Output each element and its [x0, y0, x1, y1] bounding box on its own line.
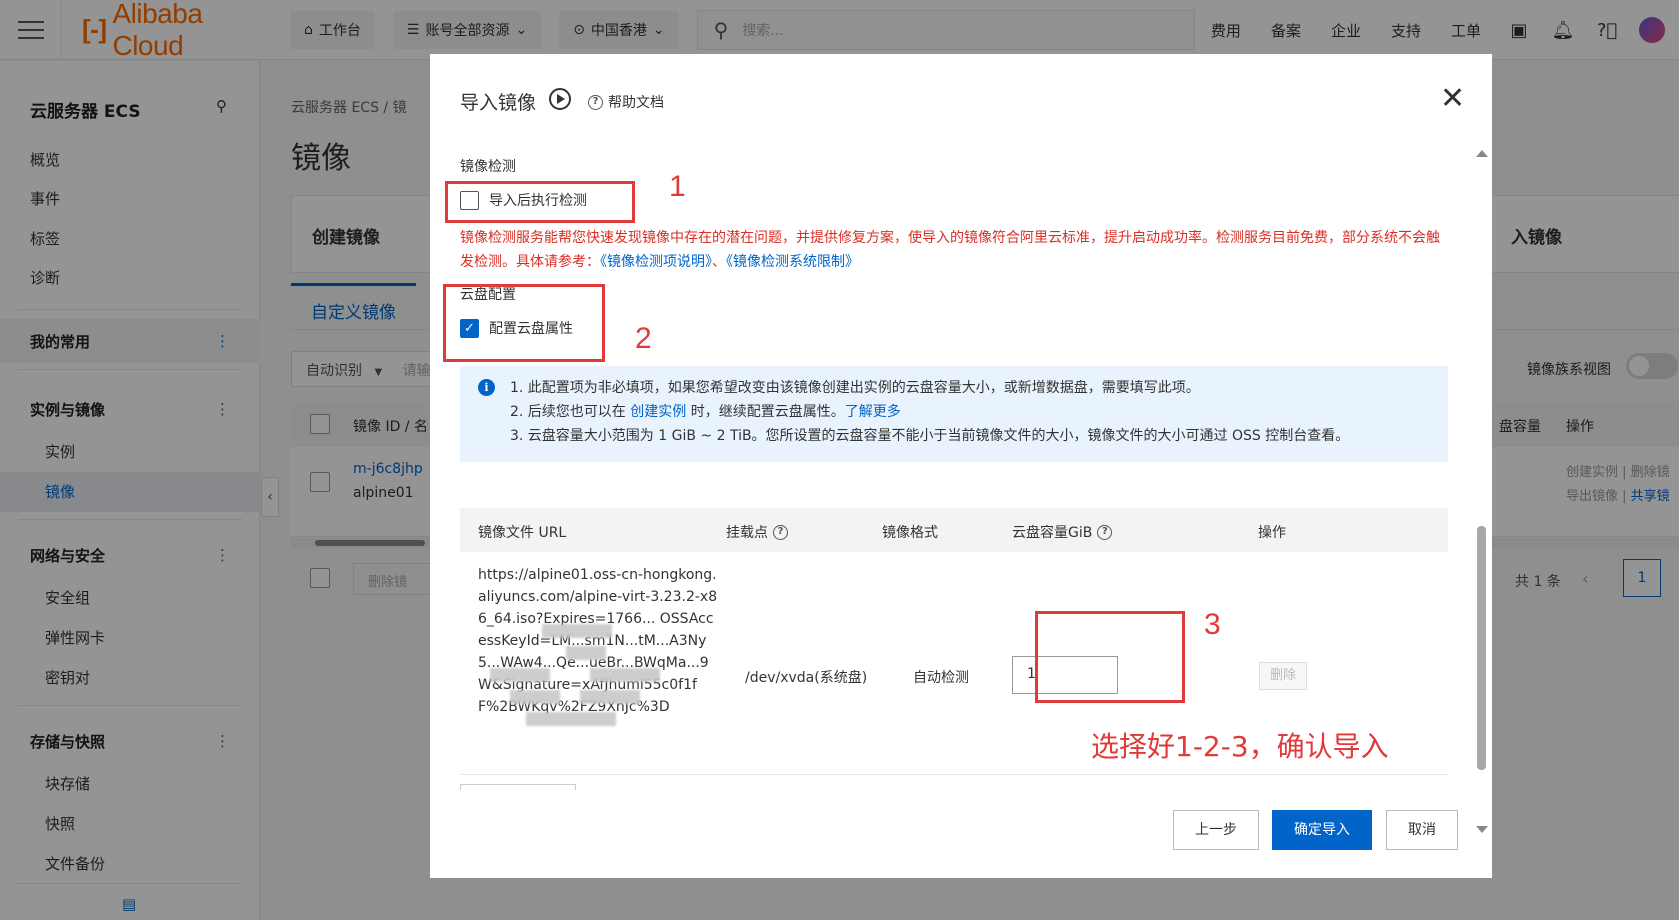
question-circle-icon: ? — [588, 94, 603, 110]
redaction-patch — [566, 646, 606, 660]
redaction-patch — [580, 690, 640, 704]
annotation-box-1 — [445, 181, 635, 223]
disk-info-notice: i 1. 此配置项为非必填项，如果您希望改变由该镜像创建出实例的云盘容量大小，或… — [460, 366, 1448, 462]
annotation-number-2: 2 — [635, 322, 652, 355]
scrollbar-thumb[interactable] — [1477, 526, 1486, 770]
delete-row-button[interactable]: 删除 — [1259, 662, 1307, 690]
annotation-number-1: 1 — [669, 170, 686, 203]
question-circle-icon[interactable]: ? — [1097, 524, 1113, 540]
detect-items-link[interactable]: 《镜像检测项说明》 — [600, 254, 712, 270]
cancel-button[interactable]: 取消 — [1386, 810, 1458, 850]
column-header-mount: 挂载点? — [726, 522, 788, 542]
scroll-down-arrow-icon[interactable] — [1476, 826, 1488, 833]
col-format-label: 镜像格式 — [882, 525, 938, 541]
create-instance-link[interactable]: 创建实例 — [630, 404, 686, 420]
column-header-ops: 操作 — [1258, 522, 1286, 542]
detect-limits-link[interactable]: 《镜像检测系统限制》 — [726, 254, 859, 270]
play-video-icon[interactable] — [549, 88, 571, 110]
col-capacity-label: 云盘容量GiB — [1012, 525, 1093, 541]
confirm-import-button[interactable]: 确定导入 — [1272, 810, 1372, 850]
annotation-number-3: 3 — [1204, 608, 1221, 641]
annotation-note: 选择好1-2-3，确认导入 — [1091, 730, 1389, 763]
detect-section-label: 镜像检测 — [460, 159, 516, 175]
help-docs-link[interactable]: ? 帮助文档 — [588, 92, 664, 112]
info-icon: i — [478, 379, 495, 396]
previous-step-button[interactable]: 上一步 — [1173, 810, 1259, 850]
info-line-3: 3. 云盘容量大小范围为 1 GiB ~ 2 TiB。您所设置的云盘容量不能小于… — [510, 428, 1350, 444]
info-line-1: 1. 此配置项为非必填项，如果您希望改变由该镜像创建出实例的云盘容量大小，或新增… — [510, 380, 1200, 396]
image-format-value: 自动检测 — [913, 670, 969, 686]
info-line-2-post: 时，继续配置云盘属性。 — [686, 404, 845, 420]
redaction-patch — [526, 712, 616, 726]
close-icon[interactable]: ✕ — [1440, 84, 1465, 114]
redaction-patch — [590, 668, 660, 682]
col-url-label: 镜像文件 URL — [478, 525, 567, 541]
col-ops-label: 操作 — [1258, 525, 1286, 541]
column-header-capacity: 云盘容量GiB? — [1012, 522, 1113, 542]
detect-warning-text: 镜像检测服务能帮您快速发现镜像中存在的潜在问题，并提供修复方案，使导入的镜像符合… — [460, 226, 1450, 274]
col-mount-label: 挂载点 — [726, 525, 768, 541]
table-row-border — [460, 774, 1448, 775]
detect-link-separator: 、 — [712, 254, 726, 270]
annotation-box-2 — [443, 284, 605, 362]
info-line-2: 2. 后续您也可以在 创建实例 时，继续配置云盘属性。了解更多 — [510, 401, 901, 421]
column-header-format: 镜像格式 — [882, 522, 938, 542]
add-disk-button-edge[interactable] — [460, 784, 576, 790]
image-files-table-header: 镜像文件 URL 挂载点? 镜像格式 云盘容量GiB? 操作 — [460, 508, 1448, 552]
mount-point-value: /dev/xvda(系统盘) — [745, 670, 868, 686]
annotation-box-3 — [1035, 611, 1185, 703]
scroll-up-arrow-icon[interactable] — [1476, 150, 1488, 157]
learn-more-link[interactable]: 了解更多 — [845, 404, 901, 420]
info-line-2-pre: 2. 后续您也可以在 — [510, 404, 631, 420]
dialog-title: 导入镜像 — [460, 92, 537, 114]
help-docs-label: 帮助文档 — [608, 95, 664, 111]
redaction-patch — [542, 624, 612, 638]
redaction-patch — [490, 668, 550, 682]
dialog-scrollbar[interactable] — [1476, 150, 1488, 833]
column-header-url: 镜像文件 URL — [478, 522, 566, 542]
question-circle-icon[interactable]: ? — [773, 524, 788, 540]
redaction-patch — [510, 690, 560, 704]
